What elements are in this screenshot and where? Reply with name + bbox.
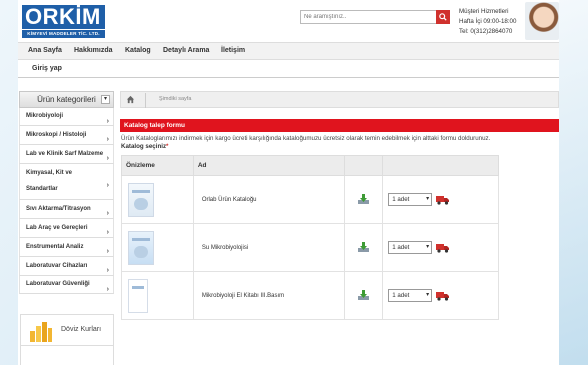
category-label: Lab Araç ve Gereçleri [26,225,88,231]
category-item[interactable]: Laboratuvar Güvenliği › [19,276,114,294]
nav-item-catalog[interactable]: Katalog [125,43,151,59]
col-preview: Önizleme [121,155,194,176]
service-title: Müşteri Hizmetleri [459,8,509,15]
chevron-down-icon: ▾ [426,244,430,250]
search-box [300,10,450,24]
currency-box[interactable]: Döviz Kurları [20,314,114,346]
search-icon [439,13,447,21]
truck-icon[interactable] [436,243,450,253]
download-cell [344,223,384,272]
required-mark: * [166,143,169,150]
search-input[interactable] [301,11,435,23]
table-row: Mikrobiyoloji El Kitabı III.Basım 1 adet… [121,271,499,320]
category-item[interactable]: Sıvı Aktarma/Titrasyon › [19,200,114,219]
nav-item-about[interactable]: Hakkımızda [74,43,113,59]
service-hours: Hafta İçi 09:00-18:00 [459,18,517,25]
category-item[interactable]: Mikroskopi / Histoloji › [19,126,114,145]
breadcrumb-separator [145,93,153,108]
quantity-select[interactable]: 1 adet ▾ [388,241,433,254]
chevron-right-icon: › [106,285,109,293]
quantity-value: 1 adet [392,292,410,299]
category-label: Enstrumental Analiz [26,244,84,250]
truck-icon[interactable] [436,195,450,205]
quantity-select[interactable]: 1 adet ▾ [388,193,433,206]
chevron-down-icon: ▾ [426,292,430,298]
logo[interactable]: ORKİM KİMYEVİ MADDELER TİC. LTD. ŞTİ. [22,5,105,44]
category-label: Mikrobiyoloji [26,113,64,119]
download-icon[interactable] [357,289,370,301]
form-description: Ürün Kataloglarımızı indirmek için kargo… [121,135,491,142]
quantity-cell: 1 adet ▾ [382,223,499,272]
service-phone: Tel: 0(312)2864070 [459,28,513,35]
catalog-name: Su Mikrobiyolojisi [192,223,346,272]
preview-cell [121,271,194,320]
currency-box-body [20,346,114,365]
category-item[interactable]: Mikrobiyoloji › [19,108,114,126]
customer-service: Müşteri Hizmetleri Hafta İçi 09:00-18:00… [459,7,525,37]
quantity-cell: 1 adet ▾ [382,175,499,224]
catalog-name: Mikrobiyoloji El Kitabı III.Basım [192,271,346,320]
truck-icon[interactable] [436,291,450,301]
category-item[interactable]: Kimyasal, Kit ve Standartlar › [19,164,114,200]
category-label: Kimyasal, Kit ve Standartlar [26,170,73,192]
col-quantity [382,155,499,176]
preview-cell [121,223,194,272]
chevron-down-icon[interactable]: ▾ [101,95,110,104]
download-cell [344,271,384,320]
support-avatar [525,2,559,40]
chevron-right-icon: › [106,181,109,189]
page: ORKİM KİMYEVİ MADDELER TİC. LTD. ŞTİ. Mü… [18,0,559,365]
breadcrumb-current: Şimdiki sayfa [159,96,192,102]
category-item[interactable]: Enstrumental Analiz › [19,238,114,257]
category-label: Laboratuvar Güvenliği [26,281,90,287]
col-download [344,155,384,176]
login-bar: Giriş yap [18,62,559,78]
category-item[interactable]: Lab ve Klinik Sarf Malzeme › [19,145,114,164]
table-header-row: Önizleme Ad [121,155,499,176]
nav-item-home[interactable]: Ana Sayfa [28,43,62,59]
category-item[interactable]: Lab Araç ve Gereçleri › [19,219,114,238]
download-icon[interactable] [357,241,370,253]
logo-wordmark: ORKİM [22,5,105,29]
quantity-select[interactable]: 1 adet ▾ [388,289,433,302]
home-icon[interactable] [126,95,135,104]
download-cell [344,175,384,224]
catalog-thumbnail[interactable] [128,182,154,217]
bar-chart-icon [30,322,52,342]
col-name: Ad [192,155,346,176]
quantity-value: 1 adet [392,196,410,203]
preview-cell [121,175,194,224]
nav-item-contact[interactable]: İletişim [221,43,245,59]
category-label: Lab ve Klinik Sarf Malzeme [26,151,104,157]
logo-tagline: KİMYEVİ MADDELER TİC. LTD. ŞTİ. [22,30,105,44]
catalog-name: Orlab Ürün Kataloğu [192,175,346,224]
login-link[interactable]: Giriş yap [32,65,62,72]
category-label: Sıvı Aktarma/Titrasyon [26,206,91,212]
category-item[interactable]: Laboratuvar Cihazları › [19,257,114,276]
table-row: Orlab Ürün Kataloğu 1 adet ▾ [121,175,499,224]
table-row: Su Mikrobiyolojisi 1 adet ▾ [121,223,499,272]
quantity-cell: 1 adet ▾ [382,271,499,320]
quantity-value: 1 adet [392,244,410,251]
catalog-thumbnail[interactable] [128,278,148,313]
select-label-text: Katalog seçiniz [121,143,167,150]
main-nav: Ana Sayfa Hakkımızda Katalog Detaylı Ara… [18,42,559,60]
select-label: Katalog seçiniz* [121,143,168,150]
page-title: Katalog talep formu [120,119,559,132]
category-label: Laboratuvar Cihazları [26,263,88,269]
breadcrumb: Şimdiki sayfa [120,91,559,108]
category-header[interactable]: Ürün kategorileri ▾ [19,91,114,108]
nav-item-advanced-search[interactable]: Detaylı Arama [163,43,209,59]
download-icon[interactable] [357,193,370,205]
search-button[interactable] [436,10,450,24]
category-label: Mikroskopi / Histoloji [26,132,87,138]
category-title: Ürün kategorileri [37,95,96,104]
category-list: Mikrobiyoloji › Mikroskopi / Histoloji ›… [19,108,114,294]
currency-label: Döviz Kurları [61,326,102,333]
catalog-table: Önizleme Ad Orlab Ürün Kataloğu 1 adet ▾… [121,155,499,320]
chevron-down-icon: ▾ [426,196,430,202]
catalog-thumbnail[interactable] [128,230,154,265]
